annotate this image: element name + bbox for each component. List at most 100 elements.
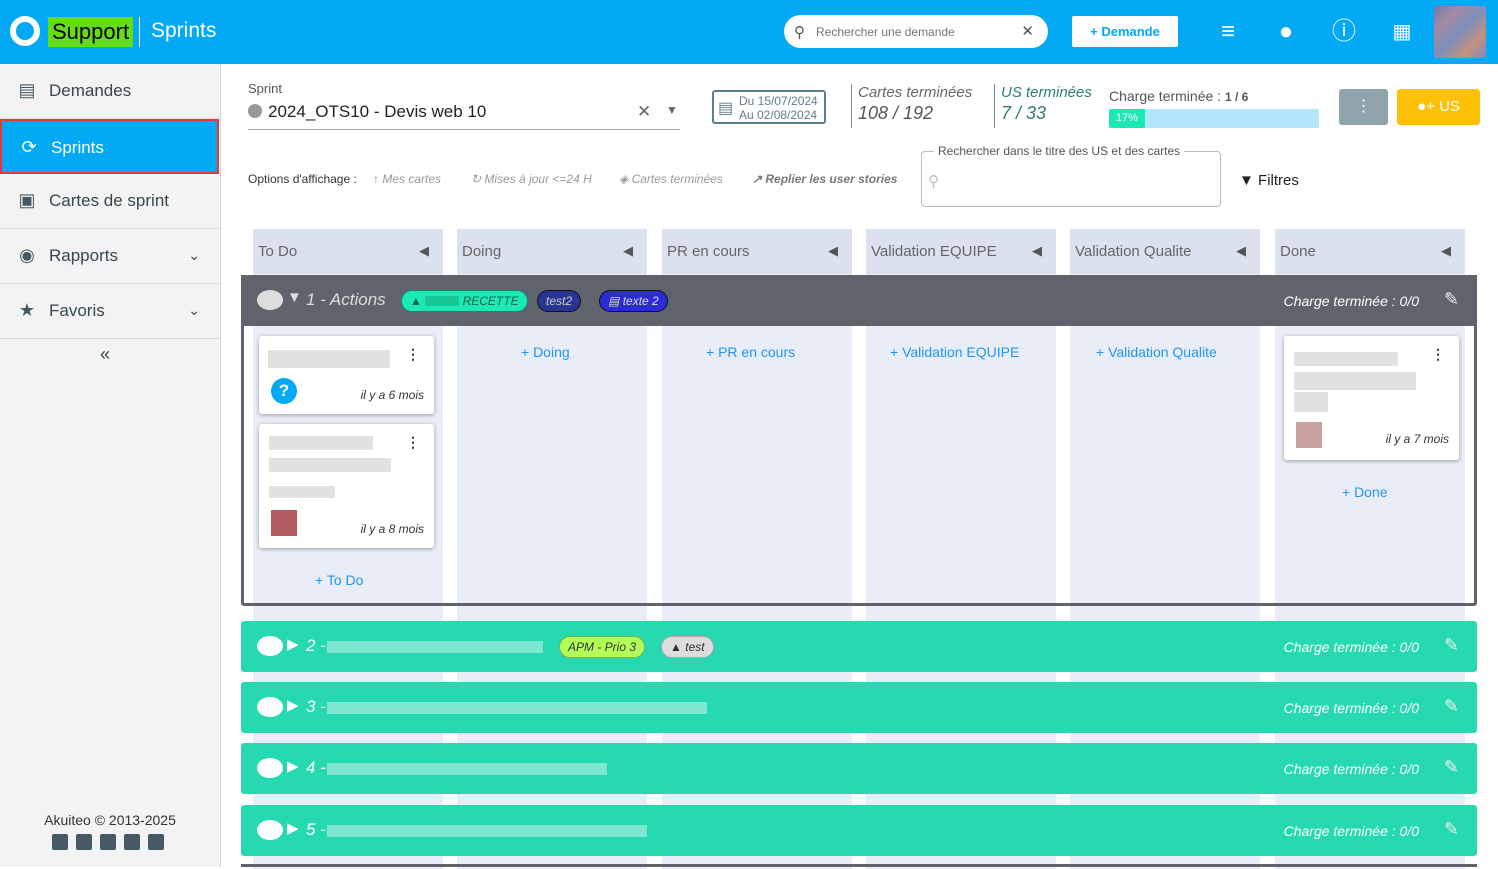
add-card-validation-qualite[interactable]: + Validation Qualite: [1096, 344, 1217, 360]
progress-fill: 17%: [1109, 109, 1145, 128]
help-icon[interactable]: ⓘ: [1330, 18, 1358, 46]
tag-label: texte 2: [622, 294, 659, 308]
sprint-card[interactable]: ⋮ il y a 8 mois: [259, 424, 434, 548]
user-avatar[interactable]: [1434, 6, 1486, 58]
date-from: Du 15/07/2024: [739, 94, 818, 108]
collapse-column-icon[interactable]: ◀: [419, 243, 429, 259]
collapse-column-icon[interactable]: ◀: [828, 243, 838, 259]
sprint-select[interactable]: 2024_OTS10 - Devis web 10 ✕ ▼: [248, 102, 680, 130]
card-menu-icon[interactable]: ⋮: [406, 346, 420, 363]
card-menu-icon[interactable]: ⋮: [406, 434, 420, 451]
social-icon[interactable]: [52, 834, 68, 850]
add-card-todo[interactable]: + To Do: [315, 572, 363, 588]
column-title: Done: [1280, 243, 1316, 260]
card-menu-icon[interactable]: ⋮: [1431, 346, 1445, 363]
top-bar: Support Sprints ⚲ ✕ + Demande ≡ ● ⓘ ▦: [0, 0, 1498, 64]
sidebar: ▤ Demandes ⟳ Sprints ▣ Cartes de sprint …: [0, 64, 221, 867]
user-story-header[interactable]: ▼ 1 - Actions ▲ RECETTE test2 ▤ texte 2 …: [241, 275, 1477, 326]
clear-search-icon[interactable]: ✕: [1021, 22, 1034, 40]
sidebar-item-favoris[interactable]: ★ Favoris ⌄: [0, 284, 220, 339]
edit-pencil-icon[interactable]: ✎: [1444, 289, 1459, 310]
sidebar-item-sprints[interactable]: ⟳ Sprints: [0, 119, 219, 174]
sprint-cycle-icon: ⟳: [21, 137, 37, 157]
filters-button[interactable]: ▼ Filtres: [1239, 172, 1299, 189]
tag-icon: ▲: [670, 640, 682, 654]
edit-pencil-icon[interactable]: ✎: [1444, 819, 1459, 840]
date-to: Au 02/08/2024: [739, 108, 818, 122]
app-logo[interactable]: [10, 16, 40, 46]
comment-bubble-icon[interactable]: [257, 636, 283, 656]
user-story-header[interactable]: ▶ 5 - Charge terminée : 0/0 ✎: [241, 805, 1477, 856]
lightbulb-icon[interactable]: ●: [1272, 18, 1300, 46]
charge-value: 1 / 6: [1224, 90, 1249, 104]
caret-right-icon[interactable]: ▶: [287, 757, 299, 775]
tag-test[interactable]: ▲ test: [661, 636, 714, 658]
dropdown-arrow-icon[interactable]: ▼: [666, 103, 678, 117]
edit-pencil-icon[interactable]: ✎: [1444, 757, 1459, 778]
add-card-done[interactable]: + Done: [1342, 484, 1388, 500]
user-story-header[interactable]: ▶ 2 - APM - Prio 3 ▲ test Charge terminé…: [241, 621, 1477, 672]
search-input[interactable]: [816, 22, 1016, 42]
brand-separator: [139, 17, 140, 47]
comment-icon: ●: [1417, 98, 1427, 115]
collapse-column-icon[interactable]: ◀: [623, 243, 633, 259]
bluesky-icon[interactable]: [76, 834, 92, 850]
sidebar-item-rapports[interactable]: ◉ Rapports ⌄: [0, 229, 220, 284]
option-mises-a-jour[interactable]: ↻ Mises à jour <=24 H: [471, 172, 592, 186]
caret-right-icon[interactable]: ▶: [287, 696, 299, 714]
redacted-text: [425, 296, 460, 306]
apps-grid-icon[interactable]: ▦: [1388, 18, 1416, 46]
user-story-header[interactable]: ▶ 3 - Charge terminée : 0/0 ✎: [241, 682, 1477, 733]
tag-texte2[interactable]: ▤ texte 2: [599, 290, 668, 312]
sidebar-item-demandes[interactable]: ▤ Demandes: [0, 64, 220, 119]
add-us-button[interactable]: ●+ US: [1397, 89, 1480, 125]
redacted-text: [269, 458, 391, 472]
collapse-sidebar-icon[interactable]: «: [100, 344, 110, 365]
sprint-card[interactable]: ⋮ il y a 7 mois: [1284, 336, 1459, 460]
comment-bubble-icon[interactable]: [257, 290, 283, 310]
option-cartes-terminees[interactable]: ◈ Cartes terminées: [619, 172, 723, 186]
group-charge: Charge terminée : 0/0: [1283, 293, 1419, 309]
edit-pencil-icon[interactable]: ✎: [1444, 635, 1459, 656]
user-story-title: 3 -: [306, 697, 326, 716]
chart-icon: ◉: [19, 245, 35, 265]
sprint-dates: ▤ Du 15/07/2024 Au 02/08/2024: [712, 90, 826, 124]
us-search-field[interactable]: Rechercher dans le titre des US et des c…: [921, 144, 1221, 207]
user-story-header[interactable]: ▶ 4 - Charge terminée : 0/0 ✎: [241, 743, 1477, 794]
option-replier[interactable]: ↗ Replier les user stories: [752, 172, 897, 186]
user-story-title: 4 -: [306, 758, 326, 777]
edit-pencil-icon[interactable]: ✎: [1444, 696, 1459, 717]
caret-right-icon[interactable]: ▶: [287, 635, 299, 653]
column-title: To Do: [258, 243, 298, 260]
tag-test2[interactable]: test2: [537, 290, 582, 312]
sidebar-item-cartes-de-sprint[interactable]: ▣ Cartes de sprint: [0, 174, 220, 229]
facebook-icon[interactable]: [124, 834, 140, 850]
more-actions-button[interactable]: ⋮: [1339, 89, 1388, 125]
settings-sliders-icon[interactable]: ≡: [1214, 18, 1242, 46]
user-avatar: [1296, 422, 1322, 448]
collapse-column-icon[interactable]: ◀: [1441, 243, 1451, 259]
comment-bubble-icon[interactable]: [257, 820, 283, 840]
new-request-button[interactable]: + Demande: [1072, 16, 1178, 47]
option-mes-cartes[interactable]: ↑ Mes cartes: [373, 172, 441, 186]
add-card-doing[interactable]: + Doing: [521, 344, 570, 360]
instagram-icon[interactable]: [148, 834, 164, 850]
sprint-card[interactable]: ⋮ ? il y a 6 mois: [259, 336, 434, 414]
add-card-pr-en-cours[interactable]: + PR en cours: [706, 344, 795, 360]
group-charge: Charge terminée : 0/0: [1283, 761, 1419, 777]
add-card-validation-equipe[interactable]: + Validation EQUIPE: [890, 344, 1019, 360]
brand-label[interactable]: Support: [48, 17, 134, 47]
tag-apm-prio3[interactable]: APM - Prio 3: [559, 636, 646, 658]
tag-recette[interactable]: ▲ RECETTE: [401, 290, 528, 312]
caret-down-icon[interactable]: ▼: [287, 289, 302, 306]
star-icon: ★: [18, 300, 36, 320]
clear-sprint-icon[interactable]: ✕: [637, 102, 651, 122]
option-label: Mises à jour <=24 H: [484, 172, 592, 186]
comment-bubble-icon[interactable]: [257, 758, 283, 778]
main-content: Sprint 2024_OTS10 - Devis web 10 ✕ ▼ ▤ D…: [221, 64, 1498, 869]
caret-right-icon[interactable]: ▶: [287, 819, 299, 837]
comment-bubble-icon[interactable]: [257, 697, 283, 717]
collapse-column-icon[interactable]: ◀: [1032, 243, 1042, 259]
linkedin-icon[interactable]: [100, 834, 116, 850]
collapse-column-icon[interactable]: ◀: [1236, 243, 1246, 259]
